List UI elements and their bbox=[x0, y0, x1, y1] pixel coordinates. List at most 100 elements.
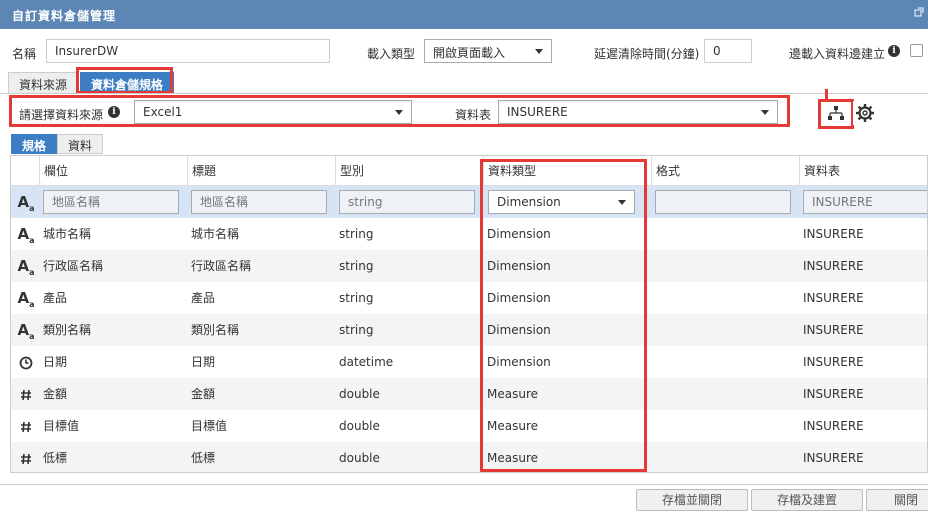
table-row[interactable]: Aa 城市名稱 城市名稱 string Dimension INSURERE bbox=[11, 218, 927, 250]
column-header-format[interactable]: 格式 bbox=[651, 156, 799, 185]
column-header-table[interactable]: 資料表 bbox=[799, 156, 927, 185]
table-row[interactable]: 目標值 目標值 double Measure INSURERE bbox=[11, 410, 927, 442]
cell-table: INSURERE bbox=[803, 451, 864, 465]
table-row[interactable]: 日期 日期 datetime Dimension INSURERE bbox=[11, 346, 927, 378]
hash-icon bbox=[17, 378, 35, 410]
cell-data-type: Measure bbox=[487, 451, 538, 465]
chevron-down-icon bbox=[761, 110, 769, 115]
table-label: 資料表 bbox=[455, 108, 492, 122]
filter-type-input[interactable]: string bbox=[339, 190, 475, 214]
text-type-icon: Aa bbox=[17, 257, 35, 277]
cell-data-type: Dimension bbox=[487, 291, 551, 305]
cell-field: 產品 bbox=[43, 291, 68, 305]
cell-table: INSURERE bbox=[803, 291, 864, 305]
cell-data-type: Measure bbox=[487, 419, 538, 433]
tab-warehouse-spec[interactable]: 資料倉儲規格 bbox=[80, 72, 175, 94]
tab-data[interactable]: 資料 bbox=[57, 134, 104, 154]
chevron-down-icon bbox=[535, 49, 543, 54]
source-select[interactable]: Excel1 bbox=[134, 100, 412, 124]
load-type-value: 開啟頁面載入 bbox=[433, 46, 506, 60]
settings-button[interactable] bbox=[853, 101, 881, 125]
footer: 存檔並關閉 存檔及建置 關閉 bbox=[0, 484, 928, 524]
close-button[interactable]: 關閉 bbox=[866, 489, 928, 511]
column-header-title[interactable]: 標題 bbox=[187, 156, 335, 185]
hierarchy-icon bbox=[828, 106, 844, 120]
cell-type: string bbox=[339, 291, 374, 305]
cell-type: string bbox=[339, 323, 374, 337]
cell-type: string bbox=[339, 227, 374, 241]
filter-field-input[interactable]: 地區名稱 bbox=[43, 190, 179, 214]
filter-data-type-select[interactable]: Dimension bbox=[488, 190, 635, 214]
table-row[interactable]: 低標 低標 double Measure INSURERE bbox=[11, 442, 927, 472]
table-select[interactable]: INSURERE bbox=[498, 100, 778, 124]
cell-table: INSURERE bbox=[803, 387, 864, 401]
table-value: INSURERE bbox=[507, 105, 568, 119]
chevron-down-icon bbox=[395, 110, 403, 115]
cell-title: 類別名稱 bbox=[191, 323, 240, 337]
filter-table-input[interactable]: INSURERE bbox=[803, 190, 927, 214]
delay-input[interactable]: 0 bbox=[704, 39, 752, 63]
table-row[interactable]: Aa 類別名稱 類別名稱 string Dimension INSURERE bbox=[11, 314, 927, 346]
cell-field: 低標 bbox=[43, 451, 68, 465]
cell-table: INSURERE bbox=[803, 259, 864, 273]
hierarchy-button[interactable] bbox=[822, 101, 850, 125]
cell-type: string bbox=[339, 259, 374, 273]
table-row[interactable]: Aa 行政區名稱 行政區名稱 string Dimension INSURERE bbox=[11, 250, 927, 282]
cell-title: 金額 bbox=[191, 387, 216, 401]
save-build-button[interactable]: 存檔及建置 bbox=[751, 489, 863, 511]
cell-field: 行政區名稱 bbox=[43, 259, 104, 273]
hash-icon bbox=[17, 442, 35, 472]
cell-title: 目標值 bbox=[191, 419, 228, 433]
grid-header: 欄位 標題 型別 資料類型 格式 資料表 bbox=[11, 156, 927, 186]
build-while-loading-checkbox[interactable] bbox=[910, 44, 923, 57]
save-close-button[interactable]: 存檔並關閉 bbox=[636, 489, 748, 511]
cell-field: 金額 bbox=[43, 387, 68, 401]
name-label: 名稱 bbox=[12, 47, 37, 61]
cell-type: double bbox=[339, 451, 380, 465]
text-type-icon: Aa bbox=[17, 321, 35, 341]
tab-spec[interactable]: 規格 bbox=[11, 134, 58, 154]
cell-table: INSURERE bbox=[803, 227, 864, 241]
title-bar: 自訂資料倉儲管理 bbox=[0, 0, 928, 29]
cell-data-type: Dimension bbox=[487, 259, 551, 273]
tab-divider bbox=[0, 93, 928, 94]
load-type-label: 載入類型 bbox=[367, 47, 416, 61]
cell-field: 目標值 bbox=[43, 419, 80, 433]
filter-row: Aa 地區名稱 地區名稱 string Dimension INSURERE bbox=[11, 186, 927, 218]
clock-icon bbox=[17, 346, 35, 378]
column-header-data-type[interactable]: 資料類型 bbox=[483, 156, 651, 185]
cell-data-type: Dimension bbox=[487, 323, 551, 337]
cell-title: 產品 bbox=[191, 291, 216, 305]
cell-table: INSURERE bbox=[803, 419, 864, 433]
cell-field: 城市名稱 bbox=[43, 227, 92, 241]
name-input[interactable]: InsurerDW bbox=[46, 39, 330, 63]
cell-table: INSURERE bbox=[803, 323, 864, 337]
spec-grid: 欄位 標題 型別 資料類型 格式 資料表 Aa 地區名稱 地區名稱 string… bbox=[10, 155, 928, 473]
table-row[interactable]: Aa 產品 產品 string Dimension INSURERE bbox=[11, 282, 927, 314]
cell-field: 日期 bbox=[43, 355, 68, 369]
info-icon: i bbox=[888, 45, 900, 57]
cell-data-type: Dimension bbox=[487, 355, 551, 369]
source-value: Excel1 bbox=[143, 105, 183, 119]
load-type-select[interactable]: 開啟頁面載入 bbox=[424, 39, 552, 63]
text-type-icon: Aa bbox=[17, 193, 35, 213]
filter-format-input[interactable] bbox=[655, 190, 791, 214]
source-select-label: 請選擇資料來源 bbox=[19, 108, 104, 122]
info-icon: i bbox=[108, 106, 120, 118]
delay-label: 延遲清除時間(分鐘) bbox=[594, 47, 700, 61]
build-while-loading-label: 邊載入資料邊建立 bbox=[789, 47, 886, 61]
column-header-type[interactable]: 型別 bbox=[335, 156, 483, 185]
table-row[interactable]: 金額 金額 double Measure INSURERE bbox=[11, 378, 927, 410]
tab-data-source[interactable]: 資料來源 bbox=[8, 72, 79, 94]
column-header-field[interactable]: 欄位 bbox=[39, 156, 187, 185]
cell-title: 城市名稱 bbox=[191, 227, 240, 241]
cell-title: 低標 bbox=[191, 451, 216, 465]
cell-data-type: Dimension bbox=[487, 227, 551, 241]
cell-table: INSURERE bbox=[803, 355, 864, 369]
cell-data-type: Measure bbox=[487, 387, 538, 401]
popout-icon[interactable] bbox=[914, 7, 924, 17]
cell-title: 日期 bbox=[191, 355, 216, 369]
filter-title-input[interactable]: 地區名稱 bbox=[191, 190, 327, 214]
chevron-down-icon bbox=[618, 200, 626, 205]
cell-type: datetime bbox=[339, 355, 394, 369]
